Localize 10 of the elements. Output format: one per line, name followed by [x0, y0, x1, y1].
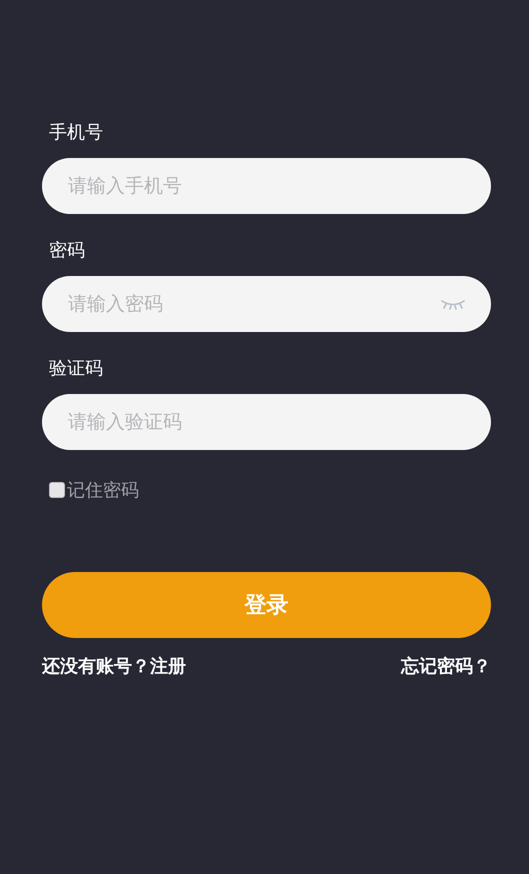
checkbox[interactable]: [49, 482, 65, 498]
remember-label: 记住密码: [67, 479, 139, 502]
field-label: 密码: [49, 239, 85, 263]
field-label: 手机号: [49, 121, 103, 145]
field-label: 验证码: [49, 357, 103, 381]
input-field[interactable]: 请输入验证码: [42, 394, 491, 450]
input-field[interactable]: 请输入密码: [42, 276, 491, 332]
forgot-password-link[interactable]: 忘记密码？: [401, 654, 491, 678]
register-link[interactable]: 还没有账号？注册: [42, 654, 186, 678]
input-field[interactable]: 请输入手机号: [42, 158, 491, 214]
